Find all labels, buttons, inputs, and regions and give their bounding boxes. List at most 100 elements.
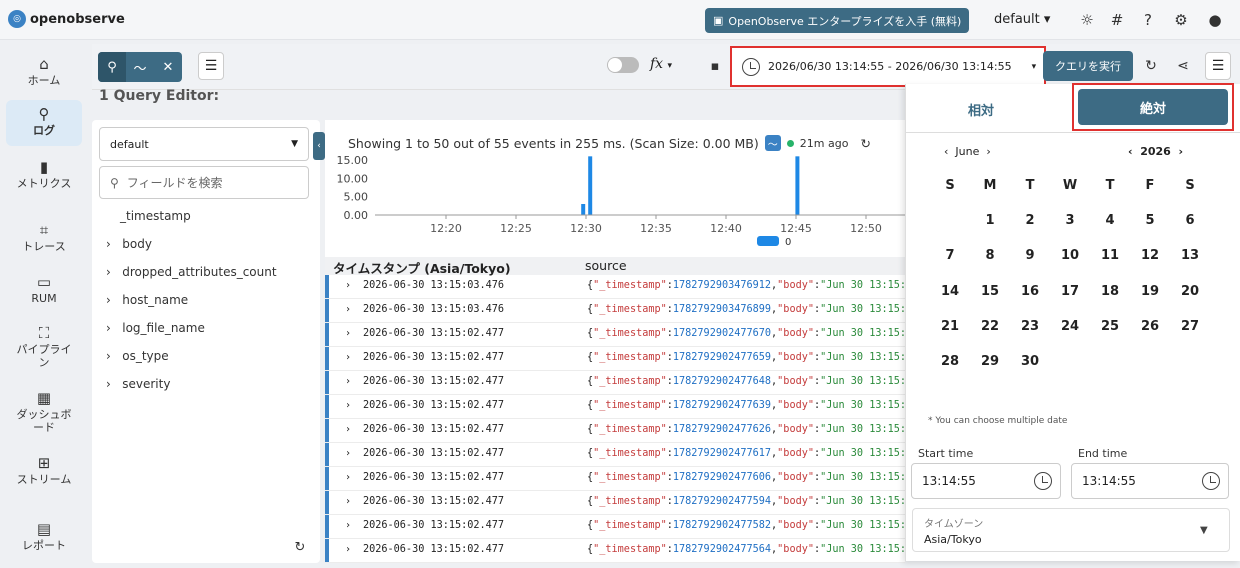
calendar-day[interactable]: 11 <box>1095 248 1125 263</box>
calendar-day[interactable]: 17 <box>1055 284 1085 299</box>
org-selector[interactable]: default ▾ <box>994 12 1050 27</box>
calendar-day[interactable]: 14 <box>935 284 965 299</box>
histogram-toggle-icon[interactable]: 〜 <box>764 135 781 151</box>
start-time-input[interactable]: 13:14:55 <box>911 463 1061 499</box>
calendar-day[interactable]: 15 <box>975 284 1005 299</box>
settings-gear-icon[interactable]: ⚙ <box>1170 9 1192 31</box>
toolbar-menu-button[interactable]: ☰ <box>198 52 224 80</box>
calendar-day[interactable]: 24 <box>1055 319 1085 334</box>
column-header-source[interactable]: source <box>585 258 627 273</box>
clock-icon[interactable] <box>1202 472 1220 490</box>
expand-row-icon[interactable]: › <box>345 424 351 435</box>
expand-row-icon[interactable]: › <box>345 304 351 315</box>
expand-row-icon[interactable]: › <box>345 280 351 291</box>
table-row[interactable]: › 2026-06-30 13:15:02.477 {"_timestamp":17… <box>325 467 905 491</box>
expand-row-icon[interactable]: › <box>345 496 351 507</box>
sidebar-item-home[interactable]: ⌂ ホーム <box>6 54 82 87</box>
table-row[interactable]: › 2026-06-30 13:15:02.477 {"_timestamp":17… <box>325 515 905 539</box>
histogram-bar[interactable] <box>795 156 800 215</box>
sidebar-item-dashboards[interactable]: ▦ ダッシュボード <box>12 388 76 434</box>
sidebar-item-traces[interactable]: ⌗ トレース <box>6 220 82 253</box>
calendar-day[interactable]: 4 <box>1095 213 1125 228</box>
tab-absolute[interactable]: 絶対 <box>1078 89 1228 125</box>
sql-mode-toggle[interactable] <box>607 57 639 73</box>
calendar-day[interactable]: 22 <box>975 319 1005 334</box>
patterns-mode-icon[interactable]: ✕ <box>154 52 182 82</box>
expand-row-icon[interactable]: › <box>345 328 351 339</box>
table-row[interactable]: › 2026-06-30 13:15:02.477 {"_timestamp":17… <box>325 347 905 371</box>
legend-swatch[interactable] <box>757 236 779 246</box>
calendar-day[interactable]: 8 <box>975 248 1005 263</box>
calendar-day[interactable]: 9 <box>1015 248 1045 263</box>
calendar-day[interactable]: 18 <box>1095 284 1125 299</box>
end-time-input[interactable]: 13:14:55 <box>1071 463 1229 499</box>
calendar-day[interactable]: 5 <box>1135 213 1165 228</box>
expand-row-icon[interactable]: › <box>345 400 351 411</box>
date-range-selector[interactable]: 2026/06/30 13:14:55 - 2026/06/30 13:14:5… <box>730 46 1046 87</box>
slack-icon[interactable]: # <box>1106 9 1128 31</box>
month-navigator[interactable]: ‹ June › <box>944 145 991 158</box>
visualize-mode-icon[interactable]: 〜 <box>126 52 154 82</box>
calendar-day[interactable]: 30 <box>1015 354 1045 369</box>
sidebar-item-reports[interactable]: ▤ レポート <box>6 519 82 552</box>
logo[interactable]: ◎ openobserve <box>8 10 125 28</box>
histogram-bar[interactable] <box>581 204 586 215</box>
calendar-day[interactable]: 16 <box>1015 284 1045 299</box>
sidebar-item-pipelines[interactable]: ⛶ パイプライン <box>12 323 76 369</box>
expand-row-icon[interactable]: › <box>345 376 351 387</box>
enterprise-button[interactable]: ▣ OpenObserve エンタープライズを入手 (無料) <box>705 8 970 33</box>
refresh-icon[interactable]: ↻ <box>1140 55 1162 77</box>
table-row[interactable]: › 2026-06-30 13:15:02.477 {"_timestamp":17… <box>325 539 905 563</box>
calendar-day[interactable]: 25 <box>1095 319 1125 334</box>
calendar-day[interactable]: 12 <box>1135 248 1165 263</box>
sidebar-item-logs[interactable]: ⚲ ログ <box>6 100 82 146</box>
table-row[interactable]: › 2026-06-30 13:15:02.477 {"_timestamp":17… <box>325 371 905 395</box>
table-row[interactable]: › 2026-06-30 13:15:02.477 {"_timestamp":17… <box>325 419 905 443</box>
calendar-day[interactable]: 27 <box>1175 319 1205 334</box>
reset-fields-icon[interactable]: ↻ <box>289 536 311 558</box>
clock-icon[interactable] <box>1034 472 1052 490</box>
expand-row-icon[interactable]: › <box>345 448 351 459</box>
expand-row-icon[interactable]: › <box>345 352 351 363</box>
share-icon[interactable]: ⋖ <box>1172 55 1194 77</box>
field-item[interactable]: › dropped_attributes_count <box>106 265 277 279</box>
expand-row-icon[interactable]: › <box>345 544 351 555</box>
search-mode-icon[interactable]: ⚲ <box>98 52 126 82</box>
field-item-timestamp[interactable]: _timestamp <box>120 209 191 223</box>
calendar-day[interactable]: 7 <box>935 248 965 263</box>
calendar-day[interactable]: 21 <box>935 319 965 334</box>
stream-select[interactable]: default ▼ <box>99 127 309 161</box>
calendar-day[interactable]: 26 <box>1135 319 1165 334</box>
table-row[interactable]: › 2026-06-30 13:15:02.477 {"_timestamp":17… <box>325 395 905 419</box>
more-menu-button[interactable]: ☰ <box>1205 52 1231 80</box>
field-item[interactable]: › log_file_name <box>106 321 205 335</box>
field-item[interactable]: › severity <box>106 377 170 391</box>
calendar-day[interactable]: 10 <box>1055 248 1085 263</box>
table-row[interactable]: › 2026-06-30 13:15:03.476 {"_timestamp":17… <box>325 299 905 323</box>
field-item[interactable]: › os_type <box>106 349 169 363</box>
calendar-day[interactable]: 19 <box>1135 284 1165 299</box>
calendar-day[interactable]: 3 <box>1055 213 1085 228</box>
calendar-day[interactable]: 23 <box>1015 319 1045 334</box>
user-icon[interactable]: ● <box>1204 9 1226 31</box>
table-row[interactable]: › 2026-06-30 13:15:02.477 {"_timestamp":17… <box>325 323 905 347</box>
run-query-button[interactable]: クエリを実行 <box>1043 51 1133 81</box>
calendar-day[interactable]: 29 <box>975 354 1005 369</box>
field-search-input[interactable]: ⚲ フィールドを検索 <box>99 166 309 199</box>
table-row[interactable]: › 2026-06-30 13:15:02.477 {"_timestamp":17… <box>325 443 905 467</box>
histogram-bar[interactable] <box>588 156 593 215</box>
help-icon[interactable]: ? <box>1137 9 1159 31</box>
field-item[interactable]: › host_name <box>106 293 188 307</box>
table-row[interactable]: › 2026-06-30 13:15:03.476 {"_timestamp":17… <box>325 275 905 299</box>
calendar-day[interactable]: 28 <box>935 354 965 369</box>
save-icon[interactable]: ▪ <box>704 55 726 77</box>
expand-row-icon[interactable]: › <box>345 472 351 483</box>
sidebar-item-metrics[interactable]: ▮ メトリクス <box>6 157 82 190</box>
calendar-day[interactable]: 13 <box>1175 248 1205 263</box>
year-navigator[interactable]: ‹ 2026 › <box>1128 145 1183 158</box>
calendar-day[interactable]: 6 <box>1175 213 1205 228</box>
sidebar-item-streams[interactable]: ⊞ ストリーム <box>12 453 76 486</box>
calendar-day[interactable]: 2 <box>1015 213 1045 228</box>
calendar-day[interactable]: 1 <box>975 213 1005 228</box>
collapse-fields-button[interactable]: ‹ <box>313 132 325 160</box>
